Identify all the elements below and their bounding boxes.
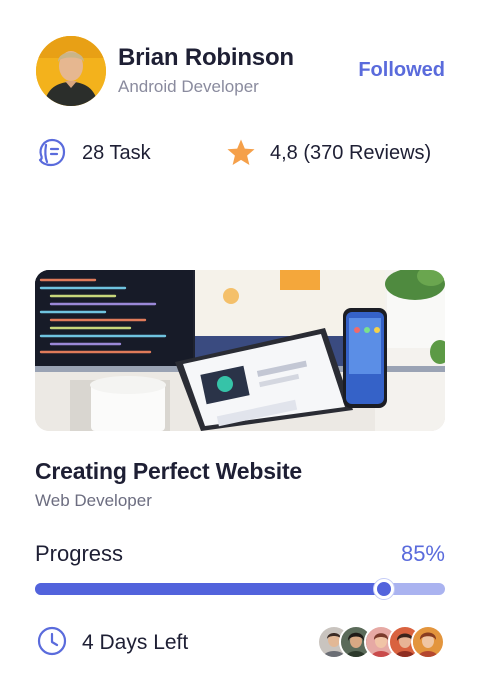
course-title: Creating Perfect Website [35,458,303,484]
rating-summary: 4,8 (370 Reviews) [270,142,432,164]
task-badge-icon [38,138,66,167]
progress-bar[interactable] [35,579,445,599]
clock-icon [37,626,67,656]
profile-avatar[interactable] [36,36,106,106]
progress-label: Progress [35,541,124,566]
star-icon [227,139,255,165]
workspace-devices-photo [35,270,445,431]
task-count: 28 Task [82,142,151,164]
course-subtitle: Web Developer [35,491,152,510]
progress-fill [35,583,384,595]
progress-handle[interactable] [373,579,394,599]
followed-button[interactable]: Followed [358,59,445,82]
days-left: 4 Days Left [82,631,189,654]
member-avatar[interactable] [411,625,445,659]
profile-role: Android Developer [118,77,259,96]
course-image[interactable] [35,270,445,431]
avatar-photo [36,36,106,106]
progress-percentage: 85% [400,541,445,566]
member-avatars[interactable] [317,625,445,659]
profile-name: Brian Robinson [118,44,294,71]
